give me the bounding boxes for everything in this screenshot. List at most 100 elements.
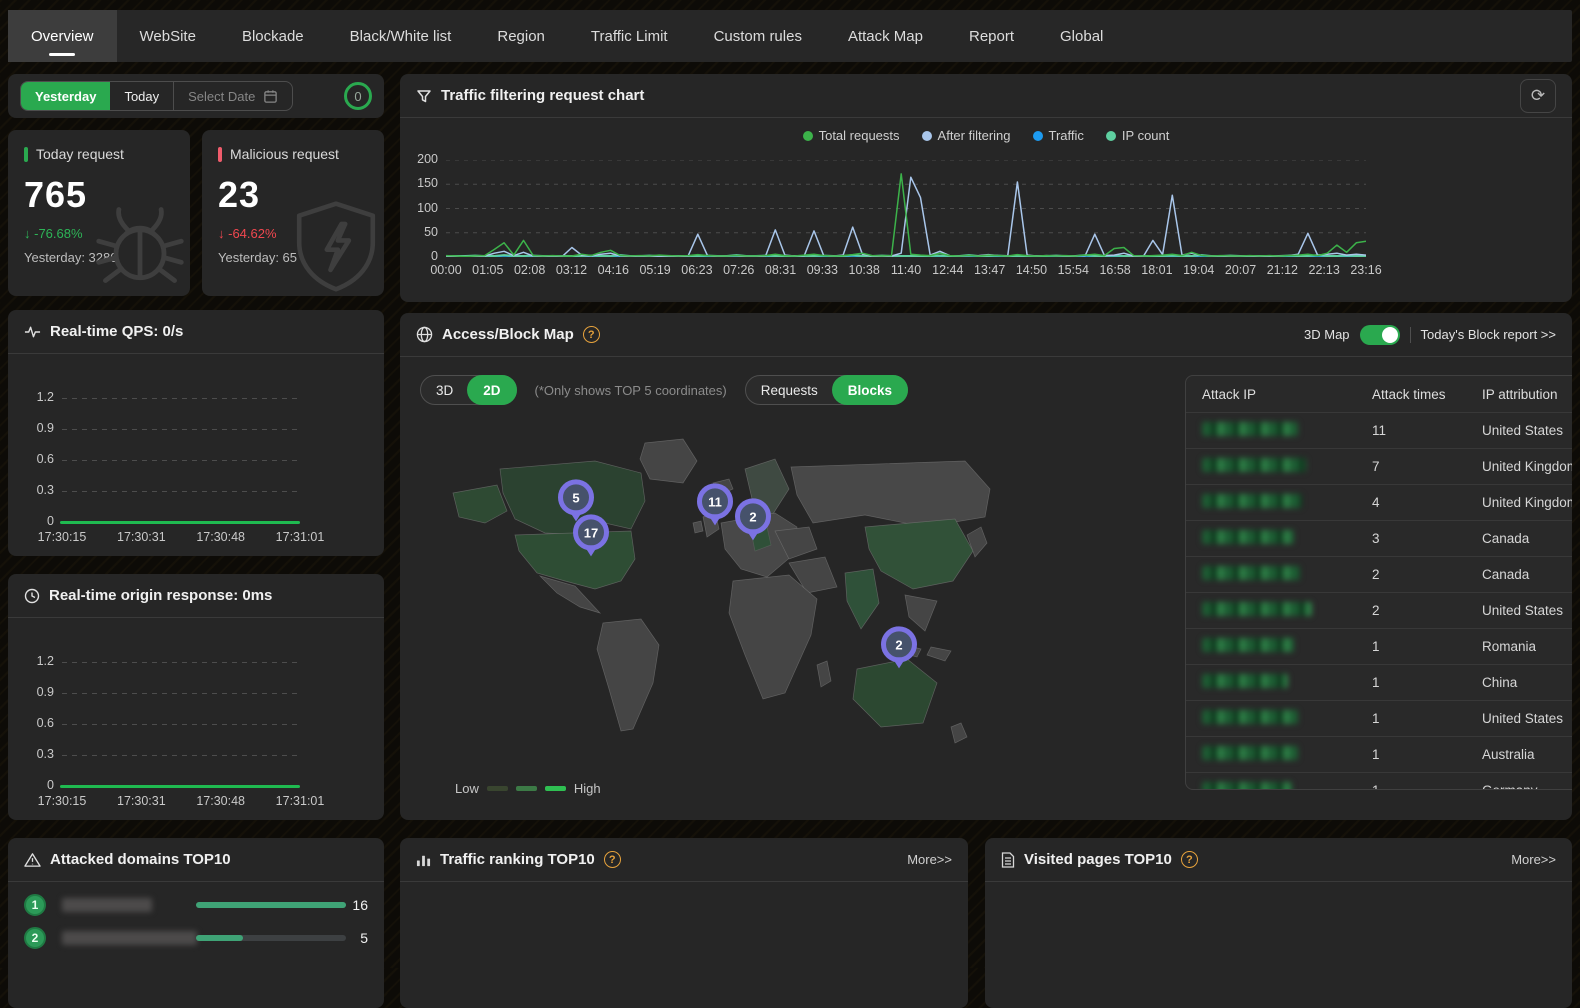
y-tick-label: 150 xyxy=(400,176,438,190)
attack-ip-table: Attack IPAttack timesIP attribution11Uni… xyxy=(1185,375,1572,790)
domain-attack-count: 16 xyxy=(352,897,368,913)
attack-times-cell: 4 xyxy=(1372,495,1482,510)
gridline xyxy=(62,693,300,694)
legend-item-after-filtering[interactable]: After filtering xyxy=(922,128,1011,143)
legend-item-total-requests[interactable]: Total requests xyxy=(803,128,900,143)
attack-table-row[interactable]: 11United States xyxy=(1186,412,1572,448)
refresh-button[interactable]: ⟳ xyxy=(1520,79,1556,113)
x-tick-label: 17:31:01 xyxy=(276,530,325,544)
x-tick-label: 20:07 xyxy=(1225,263,1256,277)
blurred-ip xyxy=(1202,530,1294,544)
attack-table-row[interactable]: 3Canada xyxy=(1186,520,1572,556)
nav-item-custom-rules[interactable]: Custom rules xyxy=(691,10,825,62)
attack-table-row[interactable]: 1China xyxy=(1186,664,1572,700)
attack-table-row[interactable]: 7United Kingdom xyxy=(1186,448,1572,484)
blurred-ip xyxy=(1202,602,1312,616)
3d-map-toggle[interactable] xyxy=(1360,325,1400,345)
zero-value-line xyxy=(60,521,300,524)
legend-dot xyxy=(803,131,813,141)
legend-label: After filtering xyxy=(938,128,1011,143)
attack-ip-cell xyxy=(1202,710,1372,727)
3d-button[interactable]: 3D xyxy=(420,375,469,405)
nav-item-overview[interactable]: Overview xyxy=(8,10,117,62)
block-report-link[interactable]: Today's Block report >> xyxy=(1421,327,1556,342)
attack-table-row[interactable]: 2Canada xyxy=(1186,556,1572,592)
attacked-domain-row[interactable]: 25 xyxy=(8,921,384,954)
nav-item-label: Black/White list xyxy=(350,28,452,45)
attack-table-row[interactable]: 1Germany xyxy=(1186,772,1572,790)
panel-title: Real-time QPS: 0/s xyxy=(50,323,183,340)
attack-times-cell: 1 xyxy=(1372,747,1482,762)
select-date-button[interactable]: Select Date xyxy=(173,82,292,110)
y-tick-label: 0 xyxy=(16,514,54,528)
top-nav: Overview WebSiteBlockade Black/White list R… xyxy=(8,10,1572,62)
legend-item-ip-count[interactable]: IP count xyxy=(1106,128,1169,143)
more-link[interactable]: More>> xyxy=(907,852,952,867)
divider xyxy=(1410,327,1411,343)
nav-item-label: Traffic Limit xyxy=(591,28,668,45)
attacked-domains-panel: Attacked domains TOP10 11625 xyxy=(8,838,384,1008)
warning-icon xyxy=(24,852,41,868)
x-tick-label: 23:16 xyxy=(1350,263,1381,277)
attack-ip-cell xyxy=(1202,530,1372,547)
x-tick-label: 21:12 xyxy=(1267,263,1298,277)
yesterday-button[interactable]: Yesterday xyxy=(21,82,110,110)
nav-item-website[interactable]: WebSite xyxy=(117,10,219,62)
attack-table-row[interactable]: 1Romania xyxy=(1186,628,1572,664)
help-icon[interactable]: ? xyxy=(604,851,621,868)
attack-table-row[interactable]: 4United Kingdom xyxy=(1186,484,1572,520)
blurred-ip xyxy=(1202,422,1298,436)
nav-item-blockade[interactable]: Blockade xyxy=(219,10,327,62)
x-tick-label: 17:30:31 xyxy=(117,794,166,808)
help-icon[interactable]: ? xyxy=(583,326,600,343)
help-icon[interactable]: ? xyxy=(1181,851,1198,868)
x-tick-label: 17:30:31 xyxy=(117,530,166,544)
notification-badge[interactable]: 0 xyxy=(344,82,372,110)
nav-item-black-white-list[interactable]: Black/White list xyxy=(327,10,475,62)
column-header-1: Attack times xyxy=(1372,387,1482,402)
y-tick-label: 200 xyxy=(400,152,438,166)
gridline xyxy=(62,429,300,430)
requests-button[interactable]: Requests xyxy=(745,375,834,405)
card-title: Today request xyxy=(36,146,124,162)
nav-item-attack-map[interactable]: Attack Map xyxy=(825,10,946,62)
nav-item-traffic-limit[interactable]: Traffic Limit xyxy=(568,10,691,62)
blocks-button[interactable]: Blocks xyxy=(832,375,908,405)
nav-item-global[interactable]: Global xyxy=(1037,10,1126,62)
legend-dot xyxy=(1106,131,1116,141)
more-link[interactable]: More>> xyxy=(1511,852,1556,867)
nav-item-region[interactable]: Region xyxy=(474,10,568,62)
ip-attribution-cell: United Kingdom xyxy=(1482,495,1572,510)
y-tick-label: 0.3 xyxy=(16,483,54,497)
attack-table-row[interactable]: 1Australia xyxy=(1186,736,1572,772)
nav-item-label: Global xyxy=(1060,28,1103,45)
attacked-domain-row[interactable]: 116 xyxy=(8,888,384,921)
ip-attribution-cell: United States xyxy=(1482,603,1572,618)
nav-item-label: Overview xyxy=(31,28,94,45)
world-map xyxy=(445,431,995,766)
x-tick-label: 10:38 xyxy=(849,263,880,277)
attacked-domains-list: 11625 xyxy=(8,882,384,954)
requests-blocks-toggle-group: Requests Blocks xyxy=(745,375,908,405)
2d-button[interactable]: 2D xyxy=(467,375,516,405)
traffic-chart-panel: Traffic filtering request chart ⟳ Total … xyxy=(400,74,1572,302)
waf-dashboard: Overview WebSiteBlockade Black/White list R… xyxy=(0,0,1580,968)
blurred-domain-name xyxy=(62,898,152,912)
panel-title: Real-time origin response: 0ms xyxy=(49,587,272,604)
nav-item-report[interactable]: Report xyxy=(946,10,1037,62)
x-tick-label: 17:31:01 xyxy=(276,794,325,808)
x-tick-label: 03:12 xyxy=(556,263,587,277)
attack-table-row[interactable]: 2United States xyxy=(1186,592,1572,628)
attack-ip-cell xyxy=(1202,494,1372,511)
ip-attribution-cell: United States xyxy=(1482,423,1572,438)
attack-times-cell: 1 xyxy=(1372,783,1482,790)
attack-ip-cell xyxy=(1202,566,1372,583)
x-tick-label: 12:44 xyxy=(932,263,963,277)
legend-item-traffic[interactable]: Traffic xyxy=(1033,128,1084,143)
x-tick-label: 15:54 xyxy=(1058,263,1089,277)
red-marker xyxy=(218,147,222,162)
ip-attribution-cell: United Kingdom xyxy=(1482,459,1572,474)
attack-table-row[interactable]: 1United States xyxy=(1186,700,1572,736)
chart-legend: Total requests After filtering Traffic IP c… xyxy=(400,128,1572,143)
today-button[interactable]: Today xyxy=(110,82,173,110)
